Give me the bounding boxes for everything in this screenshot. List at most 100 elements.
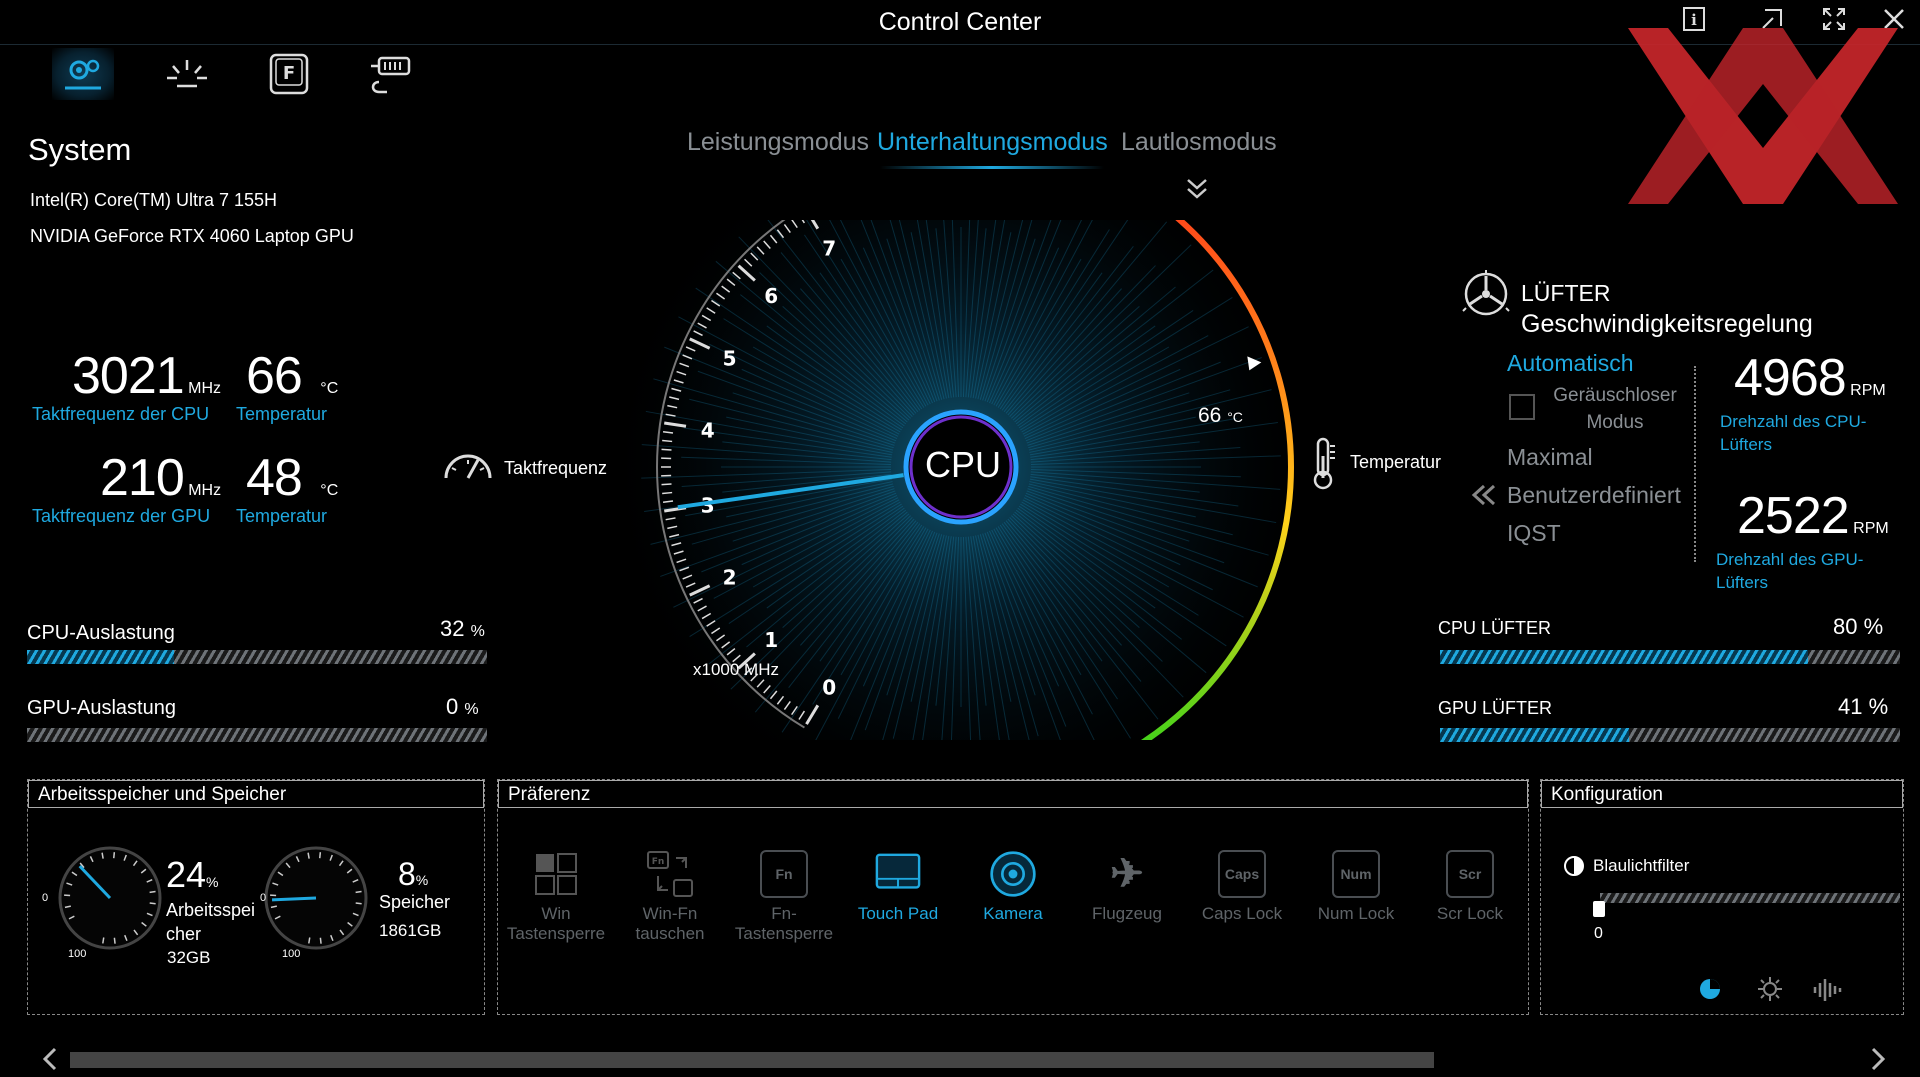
quiet-mode-checkbox[interactable] <box>1509 394 1535 420</box>
svg-text:i: i <box>1691 11 1697 29</box>
swap-keys-icon: Fn <box>646 850 694 898</box>
pref-camera[interactable]: Kamera <box>963 850 1063 924</box>
ram-dial-min: 0 <box>42 892 48 904</box>
ram-dial <box>44 838 184 968</box>
storage-dial <box>256 838 396 968</box>
brightness-icon[interactable] <box>1756 975 1784 1008</box>
fan-mode-custom[interactable]: Benutzerdefiniert <box>1507 482 1681 509</box>
mode-tab-underline <box>880 166 1104 169</box>
pref-airplane-label: Flugzeug <box>1077 904 1177 924</box>
storage-unit: % <box>416 872 428 888</box>
clock-scale-label: 6 <box>764 284 778 308</box>
pref-touchpad-label: Touch Pad <box>848 904 948 924</box>
pref-airplane[interactable]: ✈ Flugzeug <box>1077 850 1177 924</box>
dial-tick <box>103 938 104 944</box>
gear-icon <box>59 54 107 94</box>
scroll-left-icon[interactable] <box>40 1046 60 1077</box>
pref-caps-lock-label: Caps Lock <box>1192 904 1292 924</box>
pref-scroll-lock-label: Scr Lock <box>1420 904 1520 924</box>
dial-tick <box>356 892 362 893</box>
dial-tick <box>309 938 310 944</box>
cpu-temp-label: Temperatur <box>236 404 327 425</box>
gpu-load-unit: % <box>464 701 478 718</box>
dial-tick <box>114 852 115 858</box>
gpu-clock-value: 210 <box>100 449 184 507</box>
mode-tab-silent[interactable]: Lautlosmodus <box>1121 128 1277 157</box>
cpu-load-fill <box>27 650 174 664</box>
dial-tick <box>320 852 321 858</box>
clock-scale-label: 2 <box>723 565 737 589</box>
gpu-fan-fill <box>1440 728 1629 742</box>
cpu-fan-bar <box>1440 650 1900 664</box>
audio-wave-icon[interactable] <box>1812 977 1842 1008</box>
memory-panel-title: Arbeitsspeicher und Speicher <box>28 780 484 808</box>
pref-fn-lock[interactable]: Fn Fn-Tastensperre <box>734 850 834 944</box>
pref-num-lock[interactable]: Num Num Lock <box>1306 850 1406 924</box>
pref-num-lock-label: Num Lock <box>1306 904 1406 924</box>
pref-caps-lock[interactable]: Caps Caps Lock <box>1192 850 1292 924</box>
light-icon <box>163 54 211 94</box>
fan-mode-quiet[interactable]: Geräuschloser Modus <box>1545 382 1685 436</box>
dial-tick <box>150 903 156 904</box>
clock-scale-tick <box>662 484 672 485</box>
fan-mode-auto[interactable]: Automatisch <box>1507 350 1634 377</box>
expand-chevron-icon[interactable] <box>1184 176 1210 207</box>
cpu-temp-readout: 66 °C <box>246 346 338 406</box>
configuration-panel-title: Konfiguration <box>1541 780 1903 808</box>
cpu-fan-unit: % <box>1864 614 1884 639</box>
gpu-clock-label: Taktfrequenz der GPU <box>32 506 210 527</box>
tab-lighting[interactable] <box>156 48 218 100</box>
scroll-right-icon[interactable] <box>1868 1046 1888 1077</box>
battery-plug-icon <box>365 52 417 96</box>
gauge-center-label: CPU <box>925 444 997 486</box>
tab-function-keys[interactable]: F <box>258 48 320 100</box>
fan-mode-max[interactable]: Maximal <box>1507 444 1593 471</box>
clock-scale-label: 4 <box>701 418 715 442</box>
cpu-temp-unit: °C <box>320 380 338 397</box>
speedometer-icon <box>442 442 494 487</box>
pref-touchpad[interactable]: Touch Pad <box>848 850 948 924</box>
fan-title-1: LÜFTER <box>1521 280 1610 307</box>
gauge-left-label: Taktfrequenz <box>504 458 607 479</box>
gpu-load-bar <box>27 728 487 742</box>
bluelight-label: Blaulichtfilter <box>1593 856 1689 876</box>
cpu-clock-value: 3021 <box>72 347 184 405</box>
fan-mode-iqst[interactable]: IQST <box>1507 520 1561 547</box>
gpu-fan-bar <box>1440 728 1900 742</box>
mode-tab-entertainment[interactable]: Unterhaltungsmodus <box>877 128 1108 157</box>
gpu-fan-unit: % <box>1869 694 1889 719</box>
bluelight-slider-track[interactable] <box>1600 893 1900 903</box>
bluelight-slider-handle[interactable] <box>1593 901 1605 917</box>
cpu-fan-rpm-unit: RPM <box>1850 382 1886 399</box>
horizontal-scrollbar-thumb[interactable] <box>70 1052 1434 1068</box>
cpu-load-bar <box>27 650 487 664</box>
watermark-logo <box>1628 28 1898 209</box>
ram-unit: % <box>206 874 218 890</box>
clock-scale-label: 0 <box>822 675 836 699</box>
scroll-lock-icon: Scr <box>1446 850 1494 898</box>
pref-win-fn-swap[interactable]: Fn Win-Fn tauschen <box>620 850 720 944</box>
cpu-fan-rpm-readout: 4968 RPM <box>1734 348 1886 408</box>
bluelight-value: 0 <box>1594 925 1603 943</box>
tab-system[interactable] <box>52 48 114 100</box>
collapse-chevron-icon[interactable] <box>1470 484 1498 511</box>
storage-dial-max: 100 <box>282 948 300 960</box>
pref-win-lock[interactable]: Win Tastensperre <box>506 850 606 944</box>
gpu-load-value: 0 <box>446 694 458 719</box>
pref-scroll-lock[interactable]: Scr Scr Lock <box>1420 850 1520 924</box>
gpu-load-label: GPU-Auslastung <box>27 697 176 720</box>
display-mode-icon[interactable] <box>1698 977 1722 1006</box>
dial-tick <box>102 853 103 859</box>
cpu-load-value: 32 <box>440 616 464 641</box>
gpu-temp-label: Temperatur <box>236 506 327 527</box>
cpu-fan-readout: 80 % <box>1833 614 1883 640</box>
mode-tab-performance[interactable]: Leistungsmodus <box>687 128 869 157</box>
gpu-name: NVIDIA GeForce RTX 4060 Laptop GPU <box>30 226 354 247</box>
storage-label: Speicher <box>379 892 450 913</box>
storage-value: 8 <box>398 856 416 892</box>
gpu-temp-readout: 48 °C <box>246 448 338 508</box>
gpu-fan-label: GPU LÜFTER <box>1438 698 1552 719</box>
gpu-fan-rpm-unit: RPM <box>1853 520 1889 537</box>
tab-battery[interactable] <box>360 48 422 100</box>
airplane-icon: ✈ <box>1103 850 1151 898</box>
